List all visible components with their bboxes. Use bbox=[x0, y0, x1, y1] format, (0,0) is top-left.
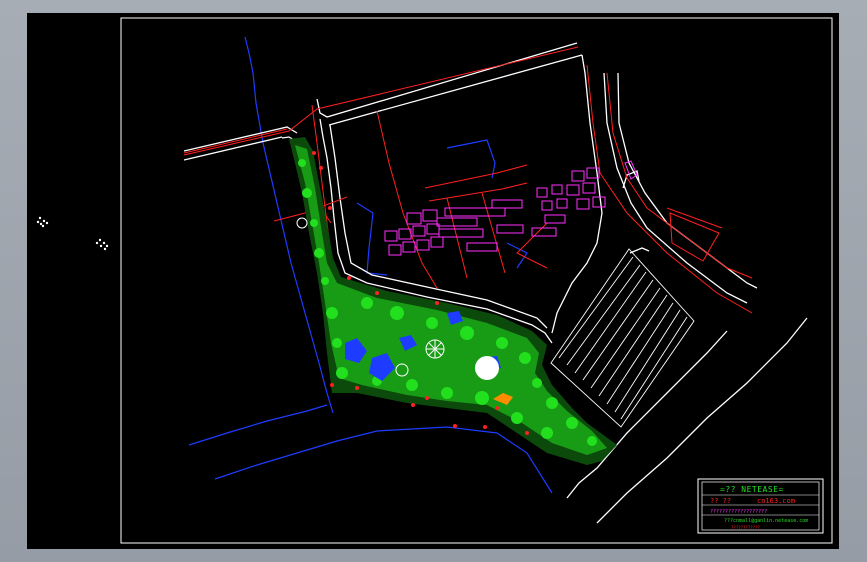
title-block-line5: ???????????? bbox=[731, 525, 760, 530]
title-block-line2-right: co163.com bbox=[757, 497, 795, 505]
sheet-border bbox=[120, 17, 833, 544]
buildings bbox=[384, 160, 638, 256]
title-block: =?? NETEASE= ?? ?? co163.com ???????????… bbox=[697, 478, 824, 534]
parking-lot bbox=[550, 248, 695, 428]
stray-points bbox=[36, 216, 109, 251]
roads bbox=[183, 42, 808, 524]
title-block-header: =?? NETEASE= bbox=[720, 485, 784, 494]
site-plan-drawing[interactable]: =?? NETEASE= ?? ?? co163.com ???????????… bbox=[27, 13, 839, 549]
water-lines bbox=[188, 36, 553, 494]
plaza-circle bbox=[475, 356, 499, 380]
title-block-line3: ??????????????????? bbox=[710, 509, 767, 515]
title-block-line4: ???cnmall@ganlin.netease.com bbox=[724, 518, 808, 524]
title-block-line2-left: ?? ?? bbox=[710, 497, 731, 505]
cad-viewport: =?? NETEASE= ?? ?? co163.com ???????????… bbox=[0, 0, 867, 562]
drawing-canvas[interactable]: =?? NETEASE= ?? ?? co163.com ???????????… bbox=[27, 13, 839, 549]
